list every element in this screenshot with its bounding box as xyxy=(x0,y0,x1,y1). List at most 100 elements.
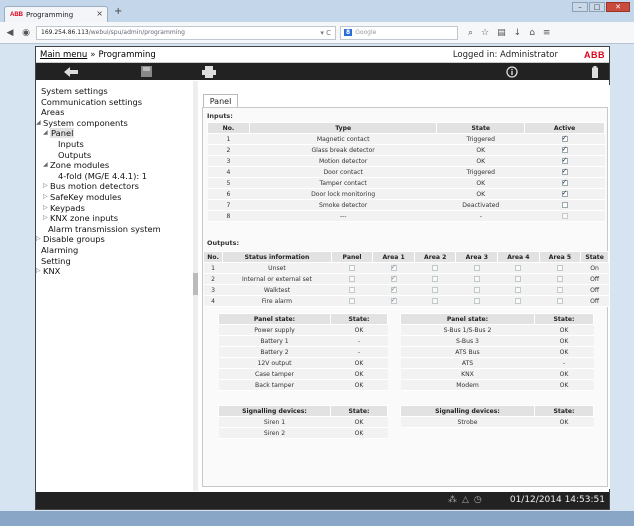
bookmarks-list-icon[interactable]: ▤ xyxy=(497,28,506,38)
browser-tab-programming[interactable]: ABB Programming × xyxy=(4,6,108,22)
sidebar-item-knx[interactable]: ▷ KNX xyxy=(36,266,197,277)
checkbox-unchecked[interactable] xyxy=(349,297,356,304)
tab-panel[interactable]: Panel xyxy=(203,94,238,107)
breadcrumb-main-menu-link[interactable]: Main menu xyxy=(40,50,87,60)
sidebar-item-setting[interactable]: Setting xyxy=(36,256,197,267)
checkbox-checked[interactable] xyxy=(561,156,568,164)
checkbox-unchecked[interactable] xyxy=(515,286,522,293)
sidebar-scrollbar[interactable] xyxy=(193,81,198,491)
checkbox-unchecked[interactable] xyxy=(561,201,568,208)
checkbox-unchecked[interactable] xyxy=(515,297,522,304)
table-cell xyxy=(524,199,605,211)
checkbox-unchecked[interactable] xyxy=(556,275,563,282)
sidebar-item-safekey-modules[interactable]: ▷ SafeKey modules xyxy=(36,192,197,203)
sidebar-item-twisty-icon[interactable]: ▷ xyxy=(36,234,41,245)
abb-logo: ABB xyxy=(584,49,605,60)
sidebar-item-panel[interactable]: ◢ Panel xyxy=(36,128,197,139)
sidebar-item-twisty-icon[interactable]: ▷ xyxy=(43,181,48,192)
sidebar-item-communication-settings[interactable]: Communication settings xyxy=(36,97,197,108)
checkbox-unchecked[interactable] xyxy=(432,286,439,293)
sidebar-item-twisty-icon[interactable]: ◢ xyxy=(43,160,48,171)
menu-icon[interactable]: ≡ xyxy=(543,28,551,38)
column-header: Area 5 xyxy=(538,251,582,263)
checkbox-unchecked[interactable] xyxy=(556,286,563,293)
checkbox-unchecked[interactable] xyxy=(473,275,480,282)
address-bar[interactable]: 169.254.86.113 /webui/spu/admin/programm… xyxy=(36,25,336,40)
sidebar-item-label: Areas xyxy=(41,107,65,118)
signalling-devices-table-right: Signalling devices: State: Strobe OK xyxy=(400,405,594,428)
sidebar-item-system-settings[interactable]: System settings xyxy=(36,86,197,97)
table-cell xyxy=(524,177,605,189)
close-window-button[interactable]: ✕ xyxy=(606,2,630,12)
checkbox-checked[interactable] xyxy=(561,167,568,175)
site-info-icon[interactable]: ◉ xyxy=(20,28,32,38)
sidebar-item-twisty-icon[interactable]: ◢ xyxy=(36,118,41,129)
checkbox-unchecked[interactable] xyxy=(561,212,568,219)
state-value: OK xyxy=(330,324,388,336)
sidebar-item-alarm-transmission-system[interactable]: Alarm transmission system xyxy=(36,224,197,235)
sidebar-item-keypads[interactable]: ▷ Keypads xyxy=(36,203,197,214)
checkbox-checked[interactable] xyxy=(390,263,397,271)
favicon-abb-logo: ABB xyxy=(10,11,23,18)
sidebar-item-twisty-icon[interactable]: ◢ xyxy=(43,128,48,139)
download-icon[interactable]: ↓ xyxy=(514,28,522,38)
sidebar-item-alarming[interactable]: Alarming xyxy=(36,245,197,256)
state-name: Battery 1 xyxy=(218,335,331,347)
checkbox-checked[interactable] xyxy=(390,285,397,293)
sidebar-item-disable-groups[interactable]: ▷ Disable groups xyxy=(36,234,197,245)
checkbox-unchecked[interactable] xyxy=(432,275,439,282)
checkbox-unchecked[interactable] xyxy=(515,275,522,282)
checkbox-checked[interactable] xyxy=(561,189,568,197)
table-cell xyxy=(524,188,605,200)
checkbox-unchecked[interactable] xyxy=(473,264,480,271)
reload-icon[interactable]: ▾ C xyxy=(273,29,331,37)
tab-close-icon[interactable]: × xyxy=(96,9,103,18)
checkbox-unchecked[interactable] xyxy=(473,297,480,304)
table-cell xyxy=(414,284,456,296)
sidebar-item-zone-modules[interactable]: ◢ Zone modules xyxy=(36,160,197,171)
checkbox-checked[interactable] xyxy=(561,178,568,186)
table-cell xyxy=(497,273,540,285)
sidebar-item-twisty-icon[interactable]: ▷ xyxy=(43,203,48,214)
checkbox-unchecked[interactable] xyxy=(515,264,522,271)
sidebar-item-twisty-icon[interactable]: ▷ xyxy=(43,213,48,224)
checkbox-checked[interactable] xyxy=(561,145,568,153)
checkbox-unchecked[interactable] xyxy=(349,275,356,282)
checkbox-checked[interactable] xyxy=(561,134,568,142)
sidebar-item-label: Keypads xyxy=(50,202,85,213)
back-icon[interactable]: ◀ xyxy=(4,28,16,38)
checkbox-unchecked[interactable] xyxy=(556,297,563,304)
minimize-button[interactable]: – xyxy=(572,2,588,12)
sidebar-item-areas[interactable]: Areas xyxy=(36,107,197,118)
checkbox-unchecked[interactable] xyxy=(556,264,563,271)
home-icon[interactable]: ⌂ xyxy=(529,28,535,38)
new-tab-button[interactable]: + xyxy=(114,6,122,17)
sidebar-item-bus-motion-detectors[interactable]: ▷ Bus motion detectors xyxy=(36,181,197,192)
checkbox-checked[interactable] xyxy=(390,274,397,282)
sidebar-item-knx-zone-inputs[interactable]: ▷ KNX zone inputs xyxy=(36,213,197,224)
sidebar-item-twisty-icon[interactable]: ▷ xyxy=(36,266,41,277)
checkbox-checked[interactable] xyxy=(390,296,397,304)
checkbox-unchecked[interactable] xyxy=(349,286,356,293)
bookmark-star-icon[interactable]: ☆ xyxy=(481,28,489,38)
checkbox-unchecked[interactable] xyxy=(349,264,356,271)
checkbox-unchecked[interactable] xyxy=(473,286,480,293)
save-icon[interactable] xyxy=(131,65,161,78)
info-icon[interactable] xyxy=(497,65,527,78)
sidebar-item-4-fold-mg-e-4-4-1-1[interactable]: 4-fold (MG/E 4.4.1): 1 xyxy=(36,171,197,182)
back-arrow-icon[interactable] xyxy=(56,65,86,78)
sidebar-item-inputs[interactable]: Inputs xyxy=(36,139,197,150)
search-icon[interactable]: ⌕ xyxy=(468,28,473,38)
state-value: OK xyxy=(330,368,388,380)
checkbox-unchecked[interactable] xyxy=(432,264,439,271)
printer-icon[interactable] xyxy=(194,65,224,78)
sidebar-item-system-components[interactable]: ◢ System components xyxy=(36,118,197,129)
maximize-button[interactable]: □ xyxy=(589,2,605,12)
checkbox-unchecked[interactable] xyxy=(432,297,439,304)
table-row: Modem OK xyxy=(400,379,594,391)
sidebar-item-twisty-icon[interactable]: ▷ xyxy=(43,192,48,203)
input-type: Magnetic contact xyxy=(249,133,437,145)
scrollbar-thumb[interactable] xyxy=(193,273,198,295)
sidebar-item-outputs[interactable]: Outputs xyxy=(36,150,197,161)
search-box[interactable]: 8 Google xyxy=(340,25,458,40)
